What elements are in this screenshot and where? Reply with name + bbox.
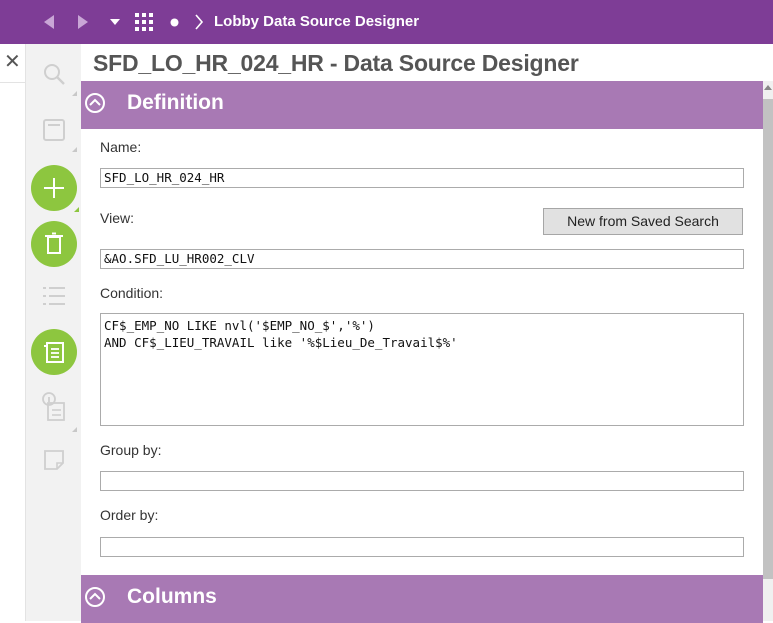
vertical-scrollbar[interactable] — [763, 81, 773, 621]
section-title: Columns — [127, 585, 217, 608]
forward-arrow-icon[interactable] — [70, 0, 96, 44]
divider — [0, 82, 25, 83]
note-button[interactable] — [26, 438, 81, 486]
details-icon — [30, 329, 77, 375]
dot-icon — [166, 0, 182, 44]
condition-line: AND CF$_LIEU_TRAVAIL like '%$Lieu_De_Tra… — [104, 335, 458, 350]
scroll-up-icon[interactable] — [764, 85, 772, 90]
scrollbar-thumb[interactable] — [763, 99, 773, 579]
delete-icon — [30, 221, 77, 267]
group-by-label: Group by: — [100, 442, 162, 458]
back-arrow-icon[interactable] — [36, 0, 62, 44]
condition-label: Condition: — [100, 285, 164, 301]
add-icon — [30, 165, 77, 211]
condition-textarea[interactable]: CF$_EMP_NO LIKE nvl('$EMP_NO_$','%') AND… — [100, 313, 744, 426]
page-title: SFD_LO_HR_024_HR - Data Source Designer — [93, 50, 579, 76]
name-label: Name: — [100, 139, 142, 155]
list-button[interactable] — [26, 274, 81, 322]
note-icon — [43, 449, 65, 476]
order-by-input[interactable] — [100, 537, 744, 557]
save-button[interactable] — [26, 108, 81, 156]
list-icon — [42, 286, 65, 311]
dropdown-caret-icon[interactable] — [106, 0, 124, 44]
details-button[interactable] — [26, 328, 81, 376]
top-bar: Lobby Data Source Designer — [0, 0, 773, 44]
new-from-saved-search-button[interactable]: New from Saved Search — [543, 208, 743, 235]
search-icon — [42, 62, 66, 91]
left-strip: ✕ — [0, 44, 26, 621]
collapse-chevron-icon[interactable] — [85, 587, 105, 607]
condition-line: CF$_EMP_NO LIKE nvl('$EMP_NO_$','%') — [104, 318, 375, 333]
group-by-input[interactable] — [100, 471, 744, 491]
section-title: Definition — [127, 91, 224, 114]
name-input[interactable]: SFD_LO_HR_024_HR — [100, 168, 744, 188]
save-icon — [42, 118, 66, 147]
definition-section-header[interactable]: Definition — [81, 81, 763, 129]
chevron-right-icon — [190, 0, 208, 44]
close-icon[interactable]: ✕ — [4, 52, 21, 72]
info-document-icon — [41, 391, 67, 426]
view-label: View: — [100, 210, 134, 226]
collapse-chevron-icon[interactable] — [85, 93, 105, 113]
view-input[interactable]: &AO.SFD_LU_HR002_CLV — [100, 249, 744, 269]
order-by-label: Order by: — [100, 507, 159, 523]
grid-icon[interactable] — [132, 0, 156, 44]
search-button[interactable] — [26, 52, 81, 100]
delete-button[interactable] — [26, 220, 81, 268]
add-button[interactable] — [26, 164, 81, 212]
columns-section-header[interactable]: Columns — [81, 575, 763, 623]
breadcrumb-title[interactable]: Lobby Data Source Designer — [214, 13, 419, 30]
info-button[interactable] — [26, 384, 81, 432]
command-sidebar — [26, 44, 81, 621]
